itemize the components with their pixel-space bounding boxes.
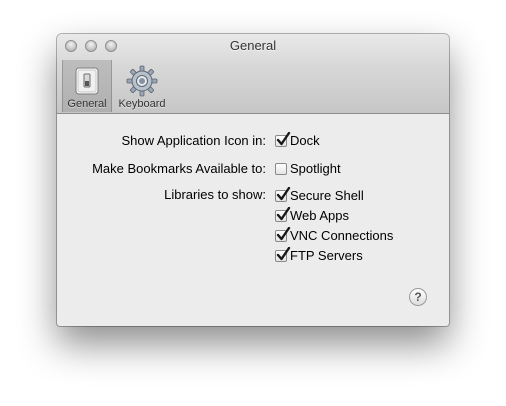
bookmarks-label: Make Bookmarks Available to:	[92, 161, 266, 176]
gear-icon	[125, 64, 159, 98]
title-bar[interactable]: General General Keyboard	[57, 34, 449, 114]
settings-panel: Show Application Icon in: Dock Make Book…	[57, 114, 449, 326]
window-title: General	[229, 38, 277, 53]
secure-shell-label: Secure Shell	[290, 188, 364, 203]
checkbox-ftp-servers[interactable]	[275, 246, 291, 262]
web-apps-label: Web Apps	[290, 208, 350, 223]
ftp-servers-checkbox[interactable]: FTP Servers	[275, 246, 363, 263]
checkbox-spotlight[interactable]	[275, 162, 287, 175]
checkbox-dock[interactable]	[275, 131, 291, 147]
vnc-connections-checkbox[interactable]: VNC Connections	[275, 226, 394, 243]
toolbar-item-keyboard[interactable]: Keyboard	[114, 60, 170, 112]
vnc-connections-label: VNC Connections	[290, 228, 394, 243]
help-button[interactable]: ?	[409, 288, 427, 306]
checkbox-vnc-connections[interactable]	[275, 226, 291, 242]
dock-checkbox[interactable]: Dock	[275, 131, 320, 148]
libraries-label: Libraries to show:	[164, 187, 266, 202]
secure-shell-checkbox[interactable]: Secure Shell	[275, 186, 364, 203]
toolbar-label-keyboard: Keyboard	[118, 98, 166, 110]
preferences-window: General General Keyboard Show Applicatio…	[57, 34, 449, 326]
show-app-icon-label: Show Application Icon in:	[121, 133, 266, 148]
dock-label: Dock	[290, 133, 320, 148]
toolbar-item-general[interactable]: General	[62, 60, 112, 112]
web-apps-checkbox[interactable]: Web Apps	[275, 206, 350, 223]
toolbar-label-general: General	[67, 98, 107, 110]
spotlight-label: Spotlight	[290, 161, 341, 176]
checkbox-secure-shell[interactable]	[275, 186, 291, 202]
switch-icon	[70, 64, 104, 98]
checkbox-web-apps[interactable]	[275, 206, 291, 222]
ftp-servers-label: FTP Servers	[290, 248, 363, 263]
spotlight-checkbox[interactable]: Spotlight	[275, 161, 341, 176]
